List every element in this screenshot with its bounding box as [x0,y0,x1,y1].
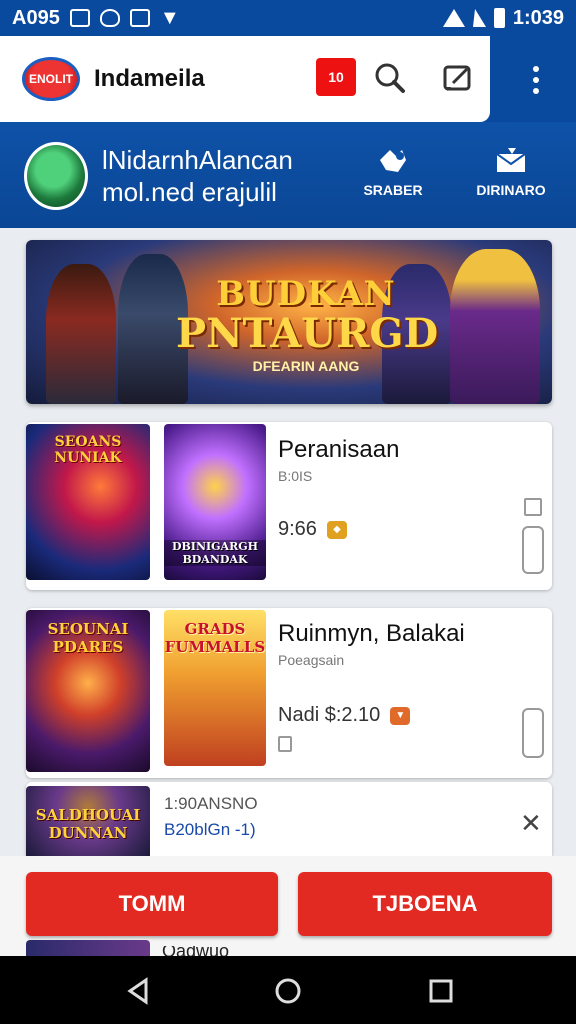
game-card[interactable]: SEOANS NUNIAK DBINIGARGH BDANDAK Peranis… [26,422,552,590]
recents-icon[interactable] [426,976,456,1006]
banner-subtitle: PNTAURGD [176,310,439,357]
banner-text: BUDKAN PNTAURGD DFEARIN AANG [176,274,439,374]
game-price: 9:66 ◆ [278,518,347,541]
wifi-icon [442,9,465,27]
game-thumbnail[interactable]: SEOANS NUNIAK [26,424,150,580]
banner-tagline: DFEARIN AANG [252,358,360,374]
chevron-down-icon[interactable]: ▼ [390,706,411,725]
banner-title: BUDKAN [216,274,396,314]
notification-badge[interactable]: 10 [316,58,356,96]
price-text: Nadi $:2.10 [278,704,381,726]
game-title: Peranisaan [278,436,400,463]
game-card[interactable]: SALDHOUAI DUNNAN 1:90ANSNO B20blGn -1) ✕ [26,782,552,856]
system-nav-bar [0,956,576,1024]
game-title: Ruinmyn, Balakai [278,620,465,647]
app-bar: ENOLIT Indameila 10 [0,36,490,122]
game-info-link[interactable]: B20blGn -1) [164,820,256,840]
banner-hero-left [46,264,116,404]
thumbnail-label: SEOANS NUNIAK [54,434,122,466]
game-subtitle: B:0IS [278,468,313,484]
peek-text: Oadwuo [162,946,230,956]
back-icon[interactable] [124,976,154,1006]
thumbnail-label: DBINIGARGH BDANDAK [164,540,266,566]
action-dirinaro[interactable]: DIRINARO [466,146,556,198]
bookmark-icon[interactable] [524,498,542,516]
status-time: 1:039 [512,6,564,29]
controller-icon[interactable] [522,708,544,758]
status-left-text: A095 [12,6,60,29]
overflow-menu-icon[interactable] [516,58,556,102]
battery-icon [493,8,505,28]
app-title: Indameila [94,65,205,92]
bottom-action-bar: TOMM TJBOENA Oadwuo [0,856,576,956]
home-icon[interactable] [273,976,303,1006]
price-text: 9:66 [278,518,317,540]
band-title: lNidarnhAlancan mol.ned erajulil [102,144,293,208]
header-band: lNidarnhAlancan mol.ned erajulil SRABER … [0,122,576,228]
band-title-line1: lNidarnhAlancan [102,145,293,175]
game-avatar-icon[interactable] [24,142,88,210]
action-dirinaro-label: DIRINARO [476,182,546,198]
status-bar: A095 ▼ 1:039 [0,0,576,36]
game-subtitle: Poeagsain [278,652,345,668]
secondary-button[interactable]: TJBOENA [298,872,552,936]
status-app-icon [69,9,90,27]
action-sraber[interactable]: SRABER [348,146,438,198]
banner-hero-right2 [450,249,540,404]
puzzle-icon [380,150,406,172]
thumbnail-label: GRADS FUMMALLS [164,620,266,656]
signal-icon [472,9,486,27]
close-icon[interactable]: ✕ [520,808,542,839]
action-sraber-label: SRABER [363,182,423,198]
thumbnail-label: SALDHOUAI DUNNAN [35,806,141,842]
game-thumbnail[interactable]: SALDHOUAI DUNNAN [26,786,150,856]
game-thumbnail[interactable]: DBINIGARGH BDANDAK [164,424,266,580]
featured-banner[interactable]: BUDKAN PNTAURGD DFEARIN AANG [26,240,552,404]
status-app-icon [129,9,150,27]
primary-button[interactable]: TOMM [26,872,278,936]
app-logo[interactable]: ENOLIT [22,57,80,101]
thumbnail-label: SEOUNAI PDARES [47,620,129,656]
band-title-line2: mol.ned erajulil [102,177,277,207]
game-price: Nadi $:2.10 ▼ [278,704,411,727]
bird-icon: ▼ [159,6,180,29]
edit-icon[interactable] [438,58,478,98]
shield-icon [99,9,120,27]
controller-icon[interactable] [522,526,544,574]
game-thumbnail[interactable]: GRADS FUMMALLS [164,610,266,766]
bookmark-icon[interactable] [278,736,292,752]
game-thumbnail[interactable]: SEOUNAI PDARES [26,610,150,772]
logo-text: ENOLIT [29,72,73,86]
game-info-line: 1:90ANSNO [164,794,258,813]
peek-thumbnail [26,940,150,956]
search-icon[interactable] [370,58,410,98]
game-card[interactable]: SEOUNAI PDARES GRADS FUMMALLS Ruinmyn, B… [26,608,552,778]
mail-icon [496,148,526,172]
coin-icon: ◆ [326,520,347,539]
